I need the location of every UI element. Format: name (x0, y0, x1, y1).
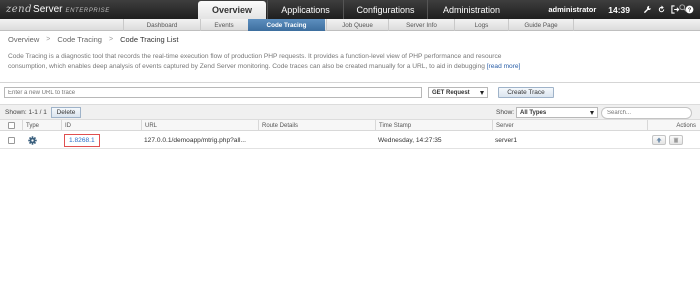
divider (0, 82, 700, 83)
type-filter-value: All Types (520, 109, 547, 116)
subnav-code-tracing[interactable]: Code Tracing (248, 19, 325, 31)
subnav-logs[interactable]: Logs (454, 19, 508, 31)
trace-id-link[interactable]: 1.8268.1 (64, 133, 100, 147)
table-row[interactable]: 1.8268.1 127.0.0.1/demoapp/mtrig.php?all… (0, 131, 700, 149)
column-header-time-stamp[interactable]: Time Stamp (375, 120, 492, 131)
subnav-dashboard[interactable]: Dashboard (123, 19, 200, 31)
top-bar: zend Server ENTERPRISE Overview Applicat… (0, 0, 700, 19)
row-actions-cell (652, 131, 700, 149)
column-header-actions: Actions (647, 120, 700, 131)
settings-wrench-icon[interactable] (640, 0, 654, 19)
open-trace-button[interactable] (652, 135, 666, 145)
breadcrumb-overview[interactable]: Overview (8, 35, 39, 44)
row-checkbox[interactable] (7, 136, 15, 144)
list-toolbar: Shown: 1-1 / 1 Delete Show: All Types (0, 104, 700, 120)
nav-applications[interactable]: Applications (267, 0, 343, 19)
refresh-icon[interactable] (654, 0, 668, 19)
request-method-value: GET Request (432, 89, 470, 96)
zend-server-logo[interactable]: zend Server ENTERPRISE (6, 4, 110, 15)
svg-text:?: ? (687, 8, 691, 14)
select-all-checkbox[interactable] (7, 122, 15, 129)
show-filter-label: Show: (496, 109, 515, 116)
nav-overview[interactable]: Overview (198, 1, 266, 19)
column-header-url[interactable]: URL (141, 120, 258, 131)
chevron-down-icon (590, 111, 594, 115)
nav-configurations[interactable]: Configurations (343, 0, 427, 19)
column-header-type[interactable]: Type (22, 120, 61, 131)
breadcrumb-code-tracing[interactable]: Code Tracing (57, 35, 102, 44)
chevron-down-icon (480, 91, 484, 95)
column-header-server[interactable]: Server (492, 120, 647, 131)
arrow-up-icon (656, 137, 662, 143)
description-text: Code Tracing is a diagnostic tool that r… (8, 53, 502, 70)
subnav-server-info[interactable]: Server Info (388, 19, 454, 31)
read-more-link[interactable]: [read more] (487, 63, 521, 70)
breadcrumb: Overview > Code Tracing > Code Tracing L… (8, 35, 178, 44)
type-filter-select[interactable]: All Types (516, 107, 598, 118)
gear-icon (28, 135, 37, 145)
subnav-events[interactable]: Events (200, 19, 247, 31)
sub-navigation: Dashboard Events Code Tracing Job Queue … (0, 19, 700, 31)
select-all-cell (0, 120, 22, 131)
delete-button[interactable]: Delete (51, 107, 81, 118)
trash-icon (673, 137, 679, 143)
subnav-guide-page[interactable]: Guide Page (508, 19, 574, 31)
logo-edition-text: ENTERPRISE (65, 8, 110, 14)
clock-label: 14:39 (608, 4, 630, 15)
row-timestamp-cell: Wednesday, 14:27:35 (378, 136, 442, 144)
create-trace-button[interactable]: Create Trace (498, 87, 554, 98)
shown-count: Shown: 1-1 / 1 (5, 109, 47, 116)
breadcrumb-current: Code Tracing List (120, 35, 179, 44)
row-url-cell: 127.0.0.1/demoapp/mtrig.php?all... (144, 136, 246, 144)
table-header: Type ID URL Route Details Time Stamp Ser… (0, 120, 700, 131)
column-header-id[interactable]: ID (61, 120, 141, 131)
logo-zend-text: zend (6, 4, 33, 15)
delete-trace-button[interactable] (669, 135, 683, 145)
row-route-details-cell (261, 131, 375, 149)
column-header-route-details[interactable]: Route Details (258, 120, 375, 131)
search-icon[interactable] (679, 4, 687, 12)
search-input[interactable] (601, 107, 692, 119)
request-method-select[interactable]: GET Request (428, 87, 488, 98)
nav-administration[interactable]: Administration (427, 0, 515, 19)
breadcrumb-separator: > (46, 36, 51, 43)
page-description: Code Tracing is a diagnostic tool that r… (8, 52, 528, 71)
subnav-job-queue[interactable]: Job Queue (326, 19, 388, 31)
row-id-cell: 1.8268.1 (64, 131, 144, 149)
username-label[interactable]: administrator (548, 5, 596, 14)
logo-server-text: Server (33, 4, 63, 15)
row-type-cell (22, 131, 61, 149)
user-box: administrator 14:39 ? (548, 0, 700, 19)
trace-url-input[interactable] (4, 87, 422, 98)
row-server-cell: server1 (495, 136, 517, 144)
breadcrumb-separator: > (108, 36, 114, 43)
row-select-cell (0, 131, 22, 149)
